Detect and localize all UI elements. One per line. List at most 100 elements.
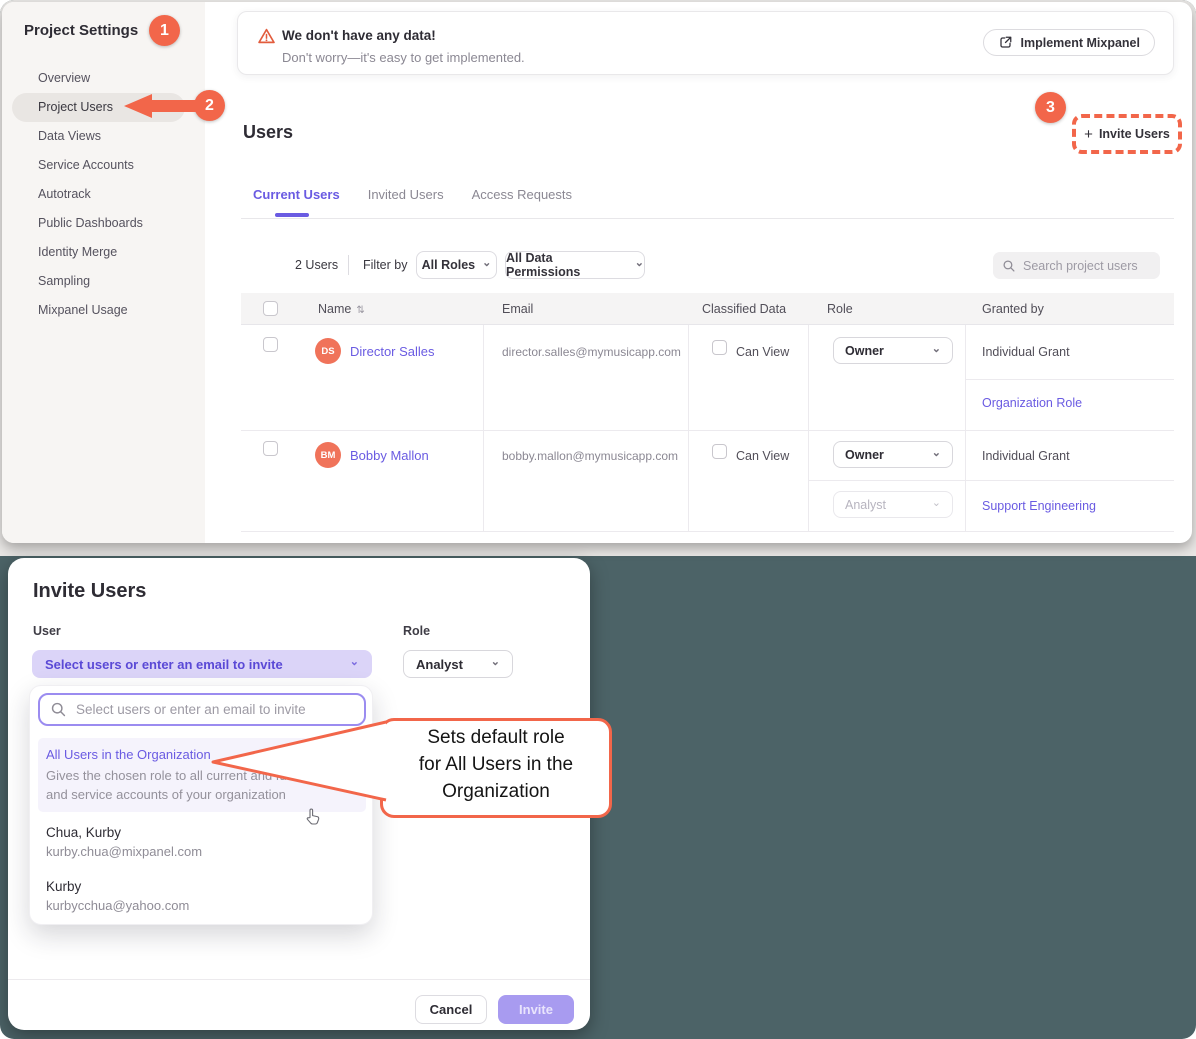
- settings-sidebar: Project Settings Overview Project Users …: [2, 2, 205, 543]
- page-title: Project Settings: [24, 22, 138, 39]
- avatar: DS: [315, 338, 341, 364]
- roles-filter-label: All Roles: [422, 258, 476, 272]
- implement-mixpanel-button[interactable]: Implement Mixpanel: [983, 29, 1155, 56]
- sidebar-item-public-dashboards[interactable]: Public Dashboards: [2, 209, 205, 238]
- role-value: Owner: [845, 448, 884, 462]
- search-project-users-input[interactable]: [1023, 259, 1148, 273]
- avatar: BM: [315, 442, 341, 468]
- roles-filter-dropdown[interactable]: All Roles ⌄: [416, 251, 497, 279]
- granted-by-divider: [808, 480, 1174, 481]
- granted-by-divider: [965, 379, 1174, 380]
- granted-by-value: Individual Grant: [982, 449, 1070, 463]
- role-field-label: Role: [403, 624, 430, 638]
- chevron-down-icon: ⌄: [350, 657, 359, 668]
- no-data-banner: We don't have any data! Don't worry—it's…: [237, 11, 1174, 75]
- sidebar-item-sampling[interactable]: Sampling: [2, 267, 205, 296]
- column-header-granted-by: Granted by: [982, 302, 1044, 316]
- can-view-checkbox[interactable]: [712, 444, 727, 459]
- banner-subtitle: Don't worry—it's easy to get implemented…: [282, 50, 525, 65]
- external-link-icon: [998, 35, 1013, 50]
- row-divider: [241, 430, 1174, 431]
- search-icon: [50, 701, 67, 718]
- invite-users-highlight-box: [1072, 114, 1182, 154]
- permissions-filter-dropdown[interactable]: All Data Permissions ⌄: [505, 251, 645, 279]
- chevron-down-icon: ⌄: [635, 258, 644, 269]
- warning-icon: [258, 28, 275, 44]
- callout-text: Sets default role for All Users in the O…: [380, 724, 612, 805]
- granted-by-link[interactable]: Support Engineering: [982, 499, 1096, 513]
- tab-invited-users[interactable]: Invited Users: [368, 187, 444, 202]
- sidebar-item-mixpanel-usage[interactable]: Mixpanel Usage: [2, 296, 205, 325]
- project-settings-window: Project Settings Overview Project Users …: [2, 2, 1192, 543]
- user-field-label: User: [33, 624, 61, 638]
- sort-icon: ⇅: [356, 305, 364, 316]
- user-select-value: Select users or enter an email to invite: [45, 657, 283, 672]
- sidebar-item-autotrack[interactable]: Autotrack: [2, 180, 205, 209]
- dialog-title: Invite Users: [33, 580, 146, 603]
- user-email: bobby.mallon@mymusicapp.com: [502, 449, 678, 463]
- step-2-arrow-icon: [120, 90, 204, 122]
- users-tabs: Current Users Invited Users Access Reque…: [253, 187, 572, 202]
- filter-separator: [348, 255, 349, 275]
- users-heading: Users: [243, 122, 293, 143]
- option-user[interactable]: Kurby: [46, 879, 81, 894]
- role-value: Analyst: [845, 498, 886, 512]
- chevron-down-icon: ⌄: [932, 344, 941, 355]
- user-name-link[interactable]: Bobby Mallon: [350, 448, 429, 463]
- chevron-down-icon: ⌄: [932, 498, 941, 509]
- sidebar-item-overview[interactable]: Overview: [2, 64, 205, 93]
- sidebar-item-service-accounts[interactable]: Service Accounts: [2, 151, 205, 180]
- row-checkbox[interactable]: [263, 441, 278, 456]
- sidebar-item-data-views[interactable]: Data Views: [2, 122, 205, 151]
- column-divider: [688, 325, 689, 532]
- users-table-header: Name⇅ Email Classified Data Role Granted…: [241, 293, 1174, 325]
- callout-tail: [200, 700, 400, 820]
- role-dropdown[interactable]: Owner ⌄: [833, 441, 953, 468]
- screenshot-canvas: Project Settings Overview Project Users …: [0, 0, 1196, 1039]
- can-view-label: Can View: [736, 345, 789, 359]
- option-all-users-label: All Users in the Organization: [46, 747, 211, 762]
- filter-by-label: Filter by: [363, 258, 407, 272]
- role-select-dropdown[interactable]: Analyst ⌄: [403, 650, 513, 678]
- column-header-email: Email: [502, 302, 533, 316]
- option-user-email: kurbycchua@yahoo.com: [46, 898, 189, 913]
- column-header-name[interactable]: Name⇅: [318, 302, 365, 316]
- banner-title: We don't have any data!: [282, 28, 436, 43]
- tabs-divider: [241, 218, 1174, 219]
- option-user-email: kurby.chua@mixpanel.com: [46, 844, 202, 859]
- can-view-label: Can View: [736, 449, 789, 463]
- column-header-classified-data: Classified Data: [702, 302, 786, 316]
- can-view-checkbox[interactable]: [712, 340, 727, 355]
- cancel-button[interactable]: Cancel: [415, 995, 487, 1024]
- tab-access-requests[interactable]: Access Requests: [472, 187, 572, 202]
- step-1-badge: 1: [149, 15, 180, 46]
- user-name-link[interactable]: Director Salles: [350, 344, 435, 359]
- granted-by-value: Individual Grant: [982, 345, 1070, 359]
- chevron-down-icon: ⌄: [482, 258, 491, 269]
- tab-current-users[interactable]: Current Users: [253, 187, 340, 202]
- row-checkbox[interactable]: [263, 337, 278, 352]
- banner-button-label: Implement Mixpanel: [1021, 36, 1140, 50]
- granted-by-link[interactable]: Organization Role: [982, 396, 1082, 410]
- select-all-checkbox[interactable]: [263, 301, 278, 316]
- role-dropdown[interactable]: Owner ⌄: [833, 337, 953, 364]
- column-divider: [808, 325, 809, 532]
- active-tab-underline: [275, 213, 309, 217]
- search-project-users: [993, 252, 1160, 279]
- chevron-down-icon: ⌄: [491, 657, 500, 668]
- role-value: Owner: [845, 344, 884, 358]
- column-divider: [483, 325, 484, 532]
- step-3-badge: 3: [1035, 92, 1066, 123]
- user-select-dropdown[interactable]: Select users or enter an email to invite…: [32, 650, 372, 678]
- role-select-value: Analyst: [416, 657, 463, 672]
- dialog-footer-divider: [8, 979, 590, 980]
- user-count: 2 Users: [295, 258, 338, 272]
- invite-button[interactable]: Invite: [498, 995, 574, 1024]
- role-dropdown-disabled: Analyst ⌄: [833, 491, 953, 518]
- cursor-hand-icon: [305, 808, 321, 826]
- table-bottom-border: [241, 531, 1174, 532]
- option-user[interactable]: Chua, Kurby: [46, 825, 121, 840]
- sidebar-item-identity-merge[interactable]: Identity Merge: [2, 238, 205, 267]
- user-email: director.salles@mymusicapp.com: [502, 345, 681, 359]
- search-icon: [1002, 259, 1016, 273]
